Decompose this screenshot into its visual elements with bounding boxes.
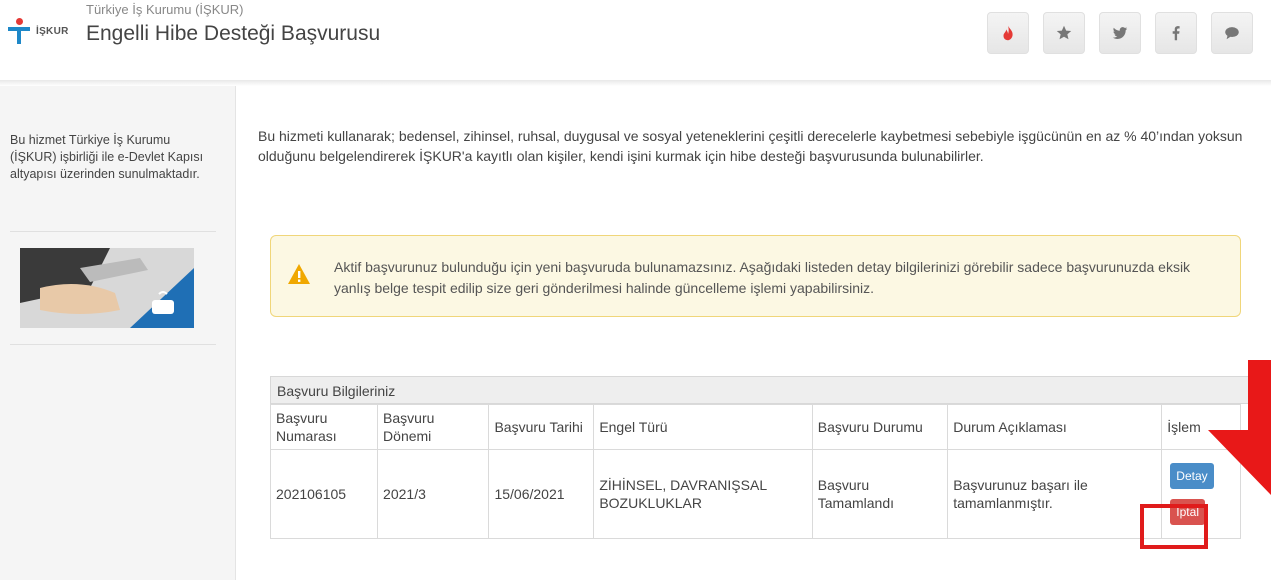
fire-icon[interactable] bbox=[987, 12, 1029, 54]
org-name: Türkiye İş Kurumu (İŞKUR) bbox=[86, 2, 244, 17]
service-illustration bbox=[20, 248, 194, 328]
application-table: Başvuru Numarası Başvuru Dönemi Başvuru … bbox=[269, 404, 1241, 539]
page-header: İŞKUR Türkiye İş Kurumu (İŞKUR) Engelli … bbox=[0, 0, 1271, 80]
column-header: Başvuru Durumu bbox=[811, 404, 949, 450]
star-icon[interactable] bbox=[1043, 12, 1085, 54]
application-number: 202106105 bbox=[269, 449, 379, 539]
disability-type: ZİHİNSEL, DAVRANIŞSAL BOZUKLUKLAR bbox=[593, 449, 813, 539]
logo-text: İŞKUR bbox=[36, 26, 69, 37]
application-status: Başvuru Tamamlandı bbox=[811, 449, 949, 539]
sidebar-divider bbox=[10, 231, 216, 232]
service-intro: Bu hizmeti kullanarak; bedensel, zihinse… bbox=[258, 128, 1243, 164]
cancel-highlight-box bbox=[1140, 504, 1208, 549]
application-panel: Başvuru Bilgileriniz Başvuru Numarası Ba… bbox=[269, 376, 1271, 539]
application-period: 2021/3 bbox=[377, 449, 490, 539]
warning-message: Aktif başvurunuz bulunduğu için yeni baş… bbox=[334, 259, 1191, 296]
iskur-logo[interactable]: İŞKUR bbox=[8, 16, 88, 46]
column-header: Engel Türü bbox=[593, 404, 813, 450]
table-header-row: Başvuru Numarası Başvuru Dönemi Başvuru … bbox=[269, 404, 1241, 450]
page-title: Engelli Hibe Desteği Başvurusu bbox=[86, 22, 381, 45]
header-actions bbox=[987, 12, 1253, 54]
twitter-icon[interactable] bbox=[1099, 12, 1141, 54]
column-header: Durum Açıklaması bbox=[947, 404, 1163, 450]
warning-alert: Aktif başvurunuz bulunduğu için yeni baş… bbox=[270, 235, 1241, 317]
table-row: 202106105 2021/3 15/06/2021 ZİHİNSEL, DA… bbox=[269, 449, 1241, 539]
status-description: Başvurunuz başarı ile tamamlanmıştır. bbox=[947, 449, 1163, 539]
facebook-icon[interactable] bbox=[1155, 12, 1197, 54]
sidebar-description: Bu hizmet Türkiye İş Kurumu (İŞKUR) işbi… bbox=[10, 133, 204, 181]
column-header: Başvuru Dönemi bbox=[377, 404, 490, 450]
sidebar-divider bbox=[10, 344, 216, 345]
column-header: Başvuru Tarihi bbox=[488, 404, 595, 450]
chat-icon[interactable] bbox=[1211, 12, 1253, 54]
application-date: 15/06/2021 bbox=[488, 449, 595, 539]
column-header: Başvuru Numarası bbox=[269, 404, 379, 450]
annotation-arrow-icon bbox=[1208, 360, 1271, 495]
warning-icon bbox=[288, 264, 310, 284]
sidebar: Bu hizmet Türkiye İş Kurumu (İŞKUR) işbi… bbox=[0, 86, 236, 580]
panel-title: Başvuru Bilgileriniz bbox=[270, 376, 1271, 404]
